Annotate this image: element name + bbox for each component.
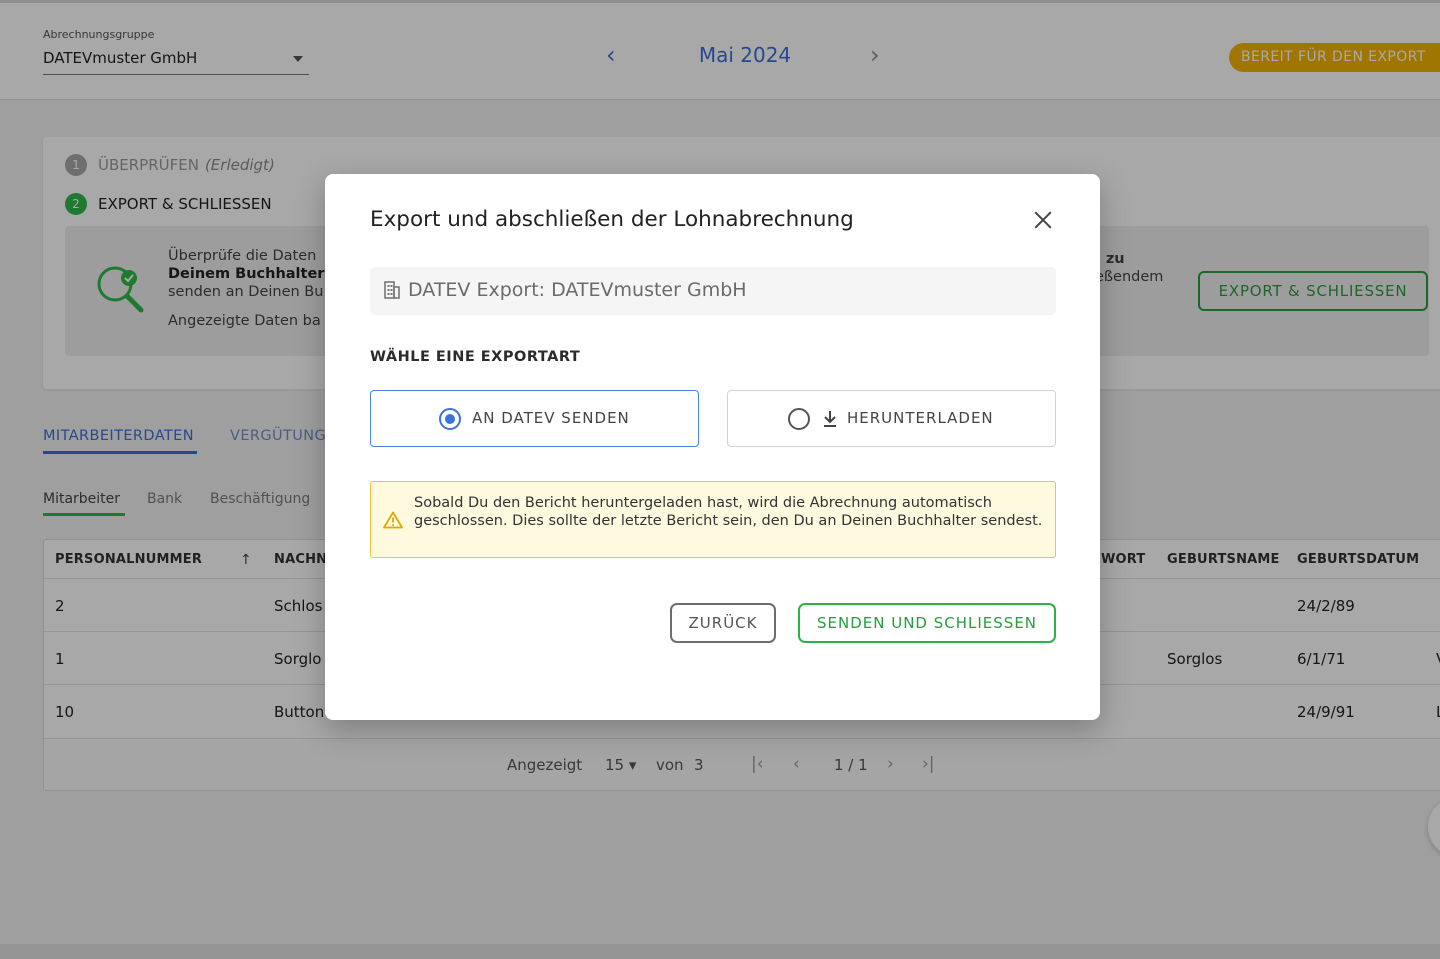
dialog-title: Export und abschließen der Lohnabrechnun…	[370, 207, 854, 232]
option-label: AN DATEV SENDEN	[472, 409, 630, 427]
download-icon	[824, 411, 836, 427]
building-icon	[384, 281, 400, 299]
warning-box: Sobald Du den Bericht heruntergeladen ha…	[370, 481, 1056, 558]
export-dialog: Export und abschließen der Lohnabrechnun…	[325, 174, 1100, 720]
export-target-field: DATEV Export: DATEVmuster GmbH	[370, 267, 1056, 315]
option-download[interactable]: HERUNTERLADEN	[727, 390, 1056, 447]
send-and-close-button[interactable]: SENDEN UND SCHLIESSEN	[798, 603, 1056, 643]
option-label: HERUNTERLADEN	[847, 409, 994, 427]
option-send-to-datev[interactable]: AN DATEV SENDEN	[370, 390, 699, 447]
back-button[interactable]: ZURÜCK	[670, 603, 776, 643]
close-icon[interactable]	[1030, 207, 1056, 233]
radio-selected-icon[interactable]	[439, 408, 461, 430]
warning-icon	[383, 511, 403, 529]
warning-text: Sobald Du den Bericht heruntergeladen ha…	[414, 495, 1043, 529]
export-target-text: DATEV Export: DATEVmuster GmbH	[408, 279, 747, 301]
radio-unselected-icon[interactable]	[788, 408, 810, 430]
export-type-label: WÄHLE EINE EXPORTART	[370, 349, 581, 365]
